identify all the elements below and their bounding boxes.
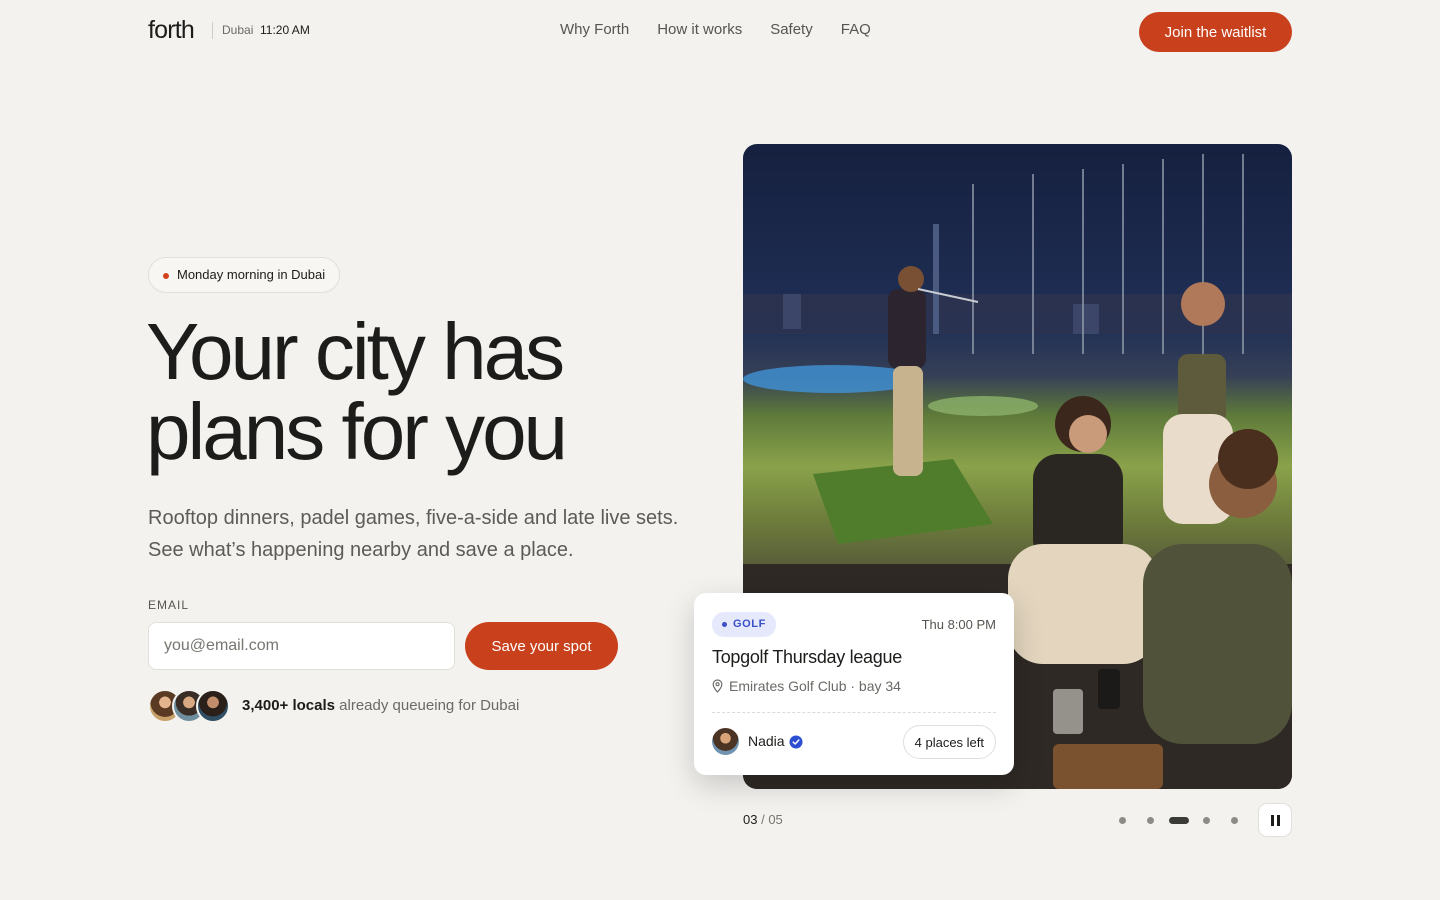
pin-icon <box>712 679 723 693</box>
slide-counter: 03 / 05 <box>743 812 783 827</box>
host-avatar <box>712 728 739 755</box>
slide-dot-3[interactable] <box>1169 817 1189 824</box>
slide-dot-2[interactable] <box>1147 817 1154 824</box>
pause-icon <box>1271 815 1280 826</box>
social-proof: 3,400+ locals already queueing for Dubai <box>242 697 519 714</box>
avatar-stack <box>148 689 232 725</box>
nav-faq[interactable]: FAQ <box>841 21 871 38</box>
slide-dot-1[interactable] <box>1119 817 1126 824</box>
social-text: already queueing for Dubai <box>335 697 520 714</box>
verified-check-icon <box>789 735 803 749</box>
social-count: 3,400+ locals <box>242 697 335 714</box>
slide-total: / 05 <box>761 812 783 827</box>
event-title: Topgolf Thursday league <box>712 647 902 667</box>
email-input[interactable] <box>148 622 455 670</box>
join-waitlist-button[interactable]: Join the waitlist <box>1139 12 1292 52</box>
logo-divider <box>212 22 213 39</box>
places-left-button[interactable]: 4 places left <box>902 725 996 759</box>
event-location-label: Emirates Golf Club · bay 34 <box>729 678 901 694</box>
context-badge: Monday morning in Dubai <box>148 257 341 293</box>
host-name[interactable]: Nadia <box>748 733 785 749</box>
hero-subhead: Rooftop dinners, padel games, five-a-sid… <box>148 507 679 561</box>
local-time: 11:20 AM <box>260 23 310 37</box>
nav-how-it-works[interactable]: How it works <box>657 21 742 38</box>
event-location: Emirates Golf Club · bay 34 <box>712 678 901 694</box>
email-label: EMAIL <box>148 598 190 612</box>
slide-dot-4[interactable] <box>1203 817 1210 824</box>
card-divider <box>712 712 996 713</box>
event-card[interactable]: GOLF Thu 8:00 PM Topgolf Thursday league… <box>694 593 1014 775</box>
pause-button[interactable] <box>1258 803 1292 837</box>
category-tag: GOLF <box>712 612 776 637</box>
hero-headline: Your city has plans for you <box>146 307 568 476</box>
city-label: Dubai <box>222 23 254 37</box>
nav-why-forth[interactable]: Why Forth <box>560 21 629 38</box>
nav-safety[interactable]: Safety <box>770 21 813 38</box>
live-dot-icon <box>163 273 169 279</box>
category-dot-icon <box>722 622 727 627</box>
event-time: Thu 8:00 PM <box>921 617 996 632</box>
logo[interactable]: forth <box>148 16 195 45</box>
category-label: GOLF <box>733 618 766 630</box>
slide-dot-5[interactable] <box>1231 817 1238 824</box>
save-spot-button[interactable]: Save your spot <box>465 622 618 670</box>
main-nav: Why Forth How it works Safety FAQ <box>560 21 871 38</box>
avatar <box>196 689 230 723</box>
context-badge-label: Monday morning in Dubai <box>177 267 326 282</box>
site-header: forth Dubai 11:20 AM Why Forth How it wo… <box>0 0 1440 62</box>
slide-current: 03 <box>743 812 758 827</box>
